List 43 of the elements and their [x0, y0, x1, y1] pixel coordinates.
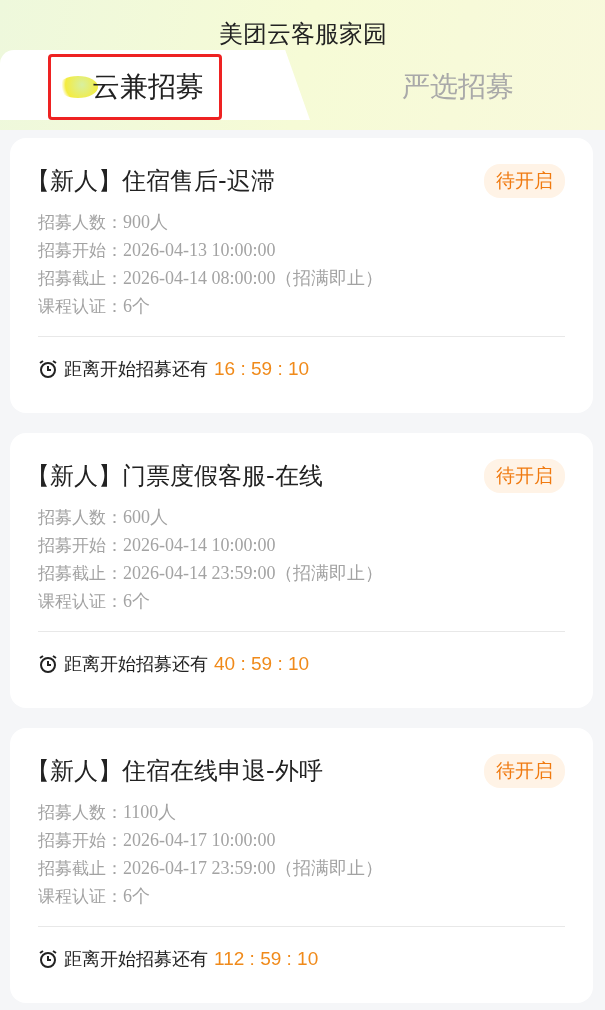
countdown-time: 16 : 59 : 10	[214, 358, 310, 380]
recruit-card[interactable]: 【新人】住宿在线申退-外呼 待开启 招募人数：1100人 招募开始：2026-04-17 10:00:00 招募截止：2026-04-17 23:59:00（招满即止） 课程认证：6个 距离开始招募还有 112 : 59 : 10	[10, 728, 593, 1003]
field-label: 课程认证：	[38, 589, 123, 613]
field-value: 6个	[123, 590, 150, 613]
page-title: 美团云客服家园	[218, 19, 387, 50]
recruit-card[interactable]: 【新人】门票度假客服-在线 待开启 招募人数：600人 招募开始：2026-04-14 10:00:00 招募截止：2026-04-14 23:59:00（招满即止） 课程认证：6个 距离开始招募还有 40 : 59 : 10	[10, 433, 593, 708]
field-label: 招募截止：	[38, 856, 123, 880]
card-title: 【新人】门票度假客服-在线	[26, 461, 323, 492]
status-badge: 待开启	[484, 459, 565, 493]
alarm-clock-icon	[38, 359, 58, 379]
countdown-time: 40 : 59 : 10	[214, 653, 310, 675]
countdown-label: 距离开始招募还有	[64, 652, 208, 676]
card-title: 【新人】住宿在线申退-外呼	[26, 756, 323, 787]
field-value: 2026-04-14 10:00:00	[123, 534, 276, 556]
countdown-time: 112 : 59 : 10	[214, 948, 319, 970]
field-value: 2026-04-14 08:00:00（招满即止）	[123, 267, 384, 290]
field-label: 课程认证：	[38, 884, 123, 908]
alarm-clock-icon	[38, 654, 58, 674]
countdown-label: 距离开始招募还有	[64, 357, 208, 381]
field-label: 招募开始：	[38, 533, 123, 557]
field-value: 2026-04-14 23:59:00（招满即止）	[123, 562, 384, 585]
field-label: 招募截止：	[38, 266, 123, 290]
status-badge: 待开启	[484, 754, 565, 788]
card-title: 【新人】住宿售后-迟滞	[26, 166, 275, 197]
field-label: 招募人数：	[38, 800, 123, 824]
field-value: 1100人	[123, 801, 177, 824]
recruit-card[interactable]: 【新人】住宿售后-迟滞 待开启 招募人数：900人 招募开始：2026-04-13 10:00:00 招募截止：2026-04-14 08:00:00（招满即止） 课程认证：6个 距离开始招募还有 16 : 59 : 10	[10, 138, 593, 413]
alarm-clock-icon	[38, 949, 58, 969]
field-value: 2026-04-13 10:00:00	[123, 239, 276, 261]
field-label: 招募截止：	[38, 561, 123, 585]
countdown-label: 距离开始招募还有	[64, 947, 208, 971]
field-value: 2026-04-17 10:00:00	[123, 829, 276, 851]
field-label: 招募人数：	[38, 210, 123, 234]
field-value: 900人	[123, 211, 168, 234]
field-label: 招募开始：	[38, 238, 123, 262]
field-value: 600人	[123, 506, 168, 529]
field-value: 2026-04-17 23:59:00（招满即止）	[123, 857, 384, 880]
field-value: 6个	[123, 885, 150, 908]
field-value: 6个	[123, 295, 150, 318]
status-badge: 待开启	[484, 164, 565, 198]
field-label: 招募人数：	[38, 505, 123, 529]
field-label: 招募开始：	[38, 828, 123, 852]
field-label: 课程认证：	[38, 294, 123, 318]
